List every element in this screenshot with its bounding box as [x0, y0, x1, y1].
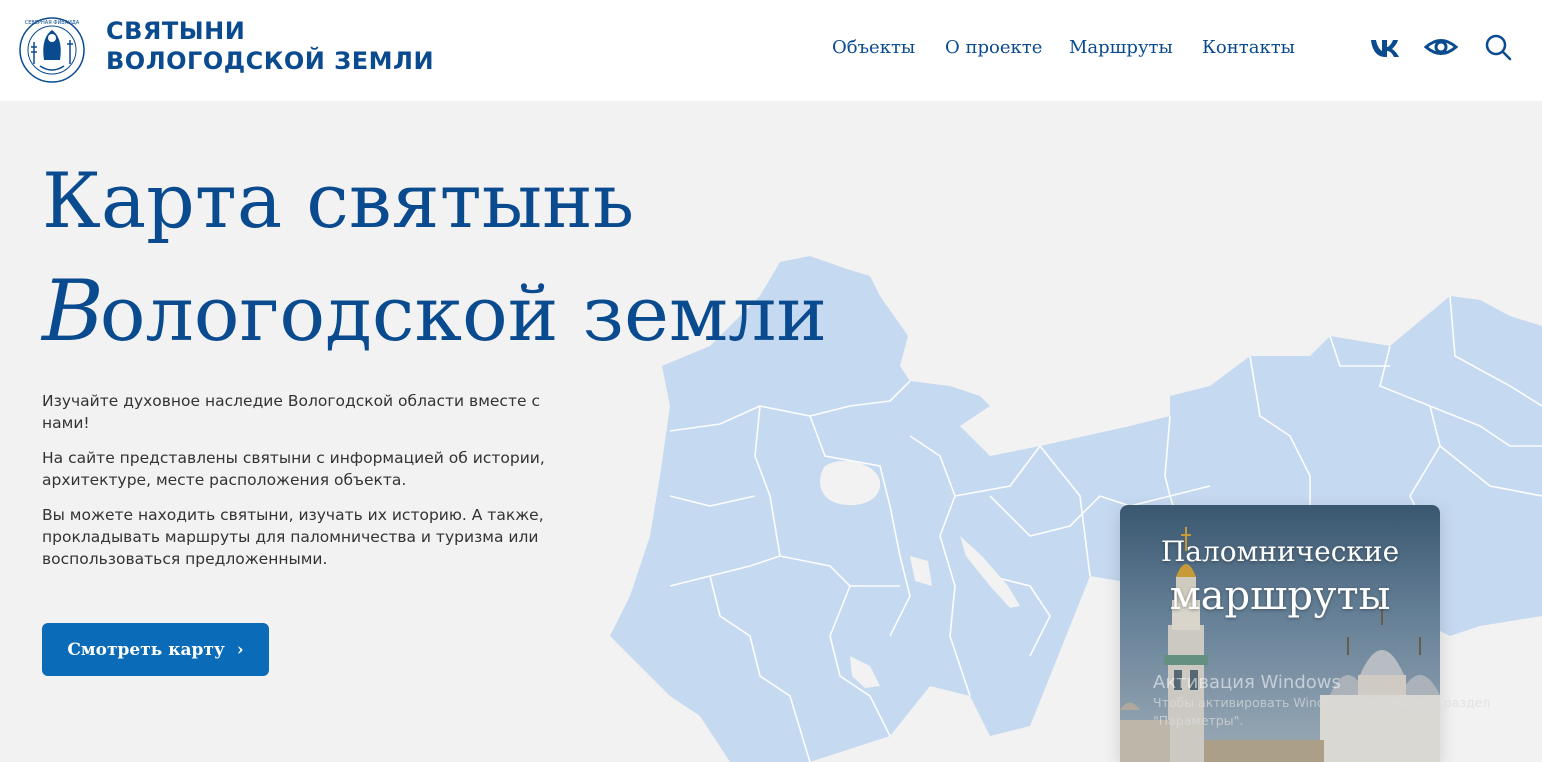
nav-routes[interactable]: Маршруты	[1069, 37, 1173, 58]
watermark-line-2: Чтобы активировать Windows, перейдите в …	[1153, 695, 1491, 710]
site-logo-title[interactable]: СВЯТЫНИ ВОЛОГОДСКОЙ ЗЕМЛИ	[106, 16, 434, 76]
view-map-button-label: Смотреть карту	[67, 639, 225, 660]
nav-objects[interactable]: Объекты	[832, 37, 915, 58]
chevron-right-icon: ›	[236, 639, 244, 660]
hero-paragraph-2: На сайте представлены святыни с информац…	[42, 449, 545, 489]
watermark-line-1: Активация Windows	[1153, 672, 1341, 693]
nav-contacts[interactable]: Контакты	[1202, 37, 1295, 58]
search-icon[interactable]	[1482, 32, 1516, 62]
hero-paragraph-1: Изучайте духовное наследие Вологодской о…	[42, 392, 540, 432]
logo-circle-text: СЕВЕРНАЯ ФИВАИДА	[25, 20, 80, 26]
watermark-line-3: "Параметры".	[1153, 713, 1244, 728]
hero-title: Карта святынь Вологодской земли	[42, 146, 827, 369]
site-header: СЕВЕРНАЯ ФИВАИДА СВЯТЫНИ ВОЛОГОДСКОЙ ЗЕМ…	[0, 0, 1542, 101]
logo-line-1: СВЯТЫНИ	[106, 17, 246, 45]
hero-title-line-1: Карта святынь	[42, 156, 635, 245]
hero-title-line-2: Вологодской земли	[42, 256, 827, 369]
nav-about[interactable]: О проекте	[945, 37, 1042, 58]
logo-line-2: ВОЛОГОДСКОЙ ЗЕМЛИ	[106, 47, 435, 75]
eye-icon[interactable]	[1424, 32, 1458, 62]
hero-title-line-2-rest: ологодской земли	[99, 269, 828, 358]
vk-icon[interactable]	[1368, 32, 1402, 62]
windows-activation-watermark: Активация Windows Чтобы активировать Win…	[1153, 672, 1490, 730]
card-title-line-1: Паломнические	[1160, 535, 1400, 568]
card-title: Паломнические маршруты	[1120, 533, 1440, 621]
hero-title-initial: В	[42, 262, 104, 360]
card-title-line-2: маршруты	[1169, 573, 1391, 619]
hero-paragraph-3: Вы можете находить святыни, изучать их и…	[42, 506, 544, 568]
logo-emblem-icon[interactable]: СЕВЕРНАЯ ФИВАИДА	[18, 16, 86, 84]
view-map-button[interactable]: Смотреть карту ›	[42, 623, 269, 676]
